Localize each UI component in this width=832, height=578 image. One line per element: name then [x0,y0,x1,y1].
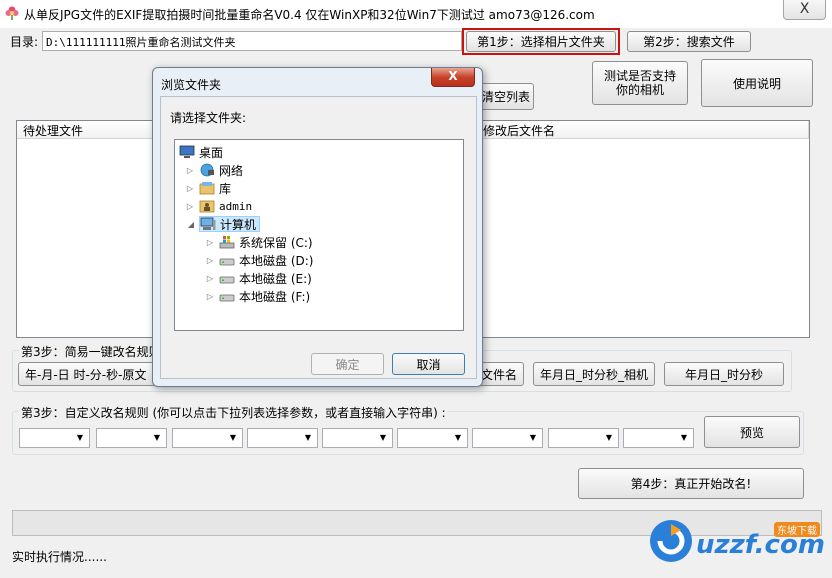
expand-arrow-icon[interactable]: ▷ [185,166,195,175]
tree-item-label: 本地磁盘 (D:) [239,253,314,268]
rule-combo-5[interactable]: ▼ [322,428,393,448]
chevron-down-icon: ▼ [229,433,237,442]
rule-combo-4[interactable]: ▼ [247,428,318,448]
tree-item-desktop[interactable]: 桌面 [179,144,223,160]
dialog-prompt: 请选择文件夹: [170,111,247,125]
tree-item-label: 网络 [219,163,244,178]
chevron-down-icon: ▼ [680,433,688,442]
watermark-sub: 东坡下载 [774,522,820,537]
rule-combo-8[interactable]: ▼ [548,428,619,448]
custom-rename-label: 第3步：自定义改名规则 (你可以点击下拉列表选择参数，或者直接输入字符串) : [19,404,448,421]
dialog-title: 浏览文件夹 [161,78,222,92]
window-title: 从单反JPG文件的EXIF提取拍摄时间批量重命名V0.4 仅在WinXP和32位… [24,8,595,22]
chevron-down-icon: ▼ [454,433,462,442]
step1-select-folder-button[interactable]: 第1步：选择相片文件夹 [466,31,616,52]
dialog-ok-button[interactable]: 确定 [311,353,384,375]
dialog-close-button[interactable]: X [431,68,475,87]
computer-icon [200,217,216,231]
renamed-files-header[interactable]: 修改后文件名 [477,121,809,139]
step4-start-rename-button[interactable]: 第4步：真正开始改名! [578,468,804,499]
tree-item-admin[interactable]: ▷ admin [187,198,253,214]
tree-item-label: 库 [219,181,232,196]
quick-rename-label: 第3步：简易一键改名规则 [19,343,163,360]
rule-combo-9[interactable]: ▼ [623,428,694,448]
rule-combo-7[interactable]: ▼ [472,428,543,448]
title-bar: 从单反JPG文件的EXIF提取拍摄时间批量重命名V0.4 仅在WinXP和32位… [0,0,832,28]
chevron-down-icon: ▼ [605,433,613,442]
drive-icon [219,271,235,285]
collapse-arrow-icon[interactable]: ◢ [186,220,196,229]
expand-arrow-icon[interactable]: ▷ [185,184,195,193]
tree-item-label: admin [219,199,253,213]
rule-combo-1[interactable]: ▼ [19,428,90,448]
help-button[interactable]: 使用说明 [701,59,813,107]
rule-combo-3[interactable]: ▼ [172,428,243,448]
clear-list-button[interactable]: 清空列表 [478,83,534,110]
expand-arrow-icon[interactable]: ▷ [205,256,215,265]
tree-item-drive-d[interactable]: ▷ 本地磁盘 (D:) [207,252,314,268]
dir-label: 目录: [10,35,39,49]
expand-arrow-icon[interactable]: ▷ [205,238,215,247]
window-close-button[interactable]: X [783,0,826,20]
tree-item-drive-e[interactable]: ▷ 本地磁盘 (E:) [207,270,312,286]
tree-item-label: 本地磁盘 (E:) [239,271,312,286]
tree-item-network[interactable]: ▷ 网络 [187,162,244,178]
rule-ymd-hms-button[interactable]: 年月日_时分秒 [664,362,784,386]
folder-tree[interactable]: 桌面 ▷ 网络 ▷ 库 ▷ admin ◢ 计算机 ▷ 系统保留 (C:) ▷ … [174,139,464,331]
tree-item-drive-c[interactable]: ▷ 系统保留 (C:) [207,234,313,250]
system-drive-icon [219,235,235,249]
app-flower-icon [5,6,19,20]
chevron-down-icon: ▼ [153,433,161,442]
chevron-down-icon: ▼ [529,433,537,442]
rule-combo-6[interactable]: ▼ [397,428,468,448]
rule-ymd-hms-camera-button[interactable]: 年月日_时分秒_相机 [533,362,655,386]
browse-folder-dialog: 浏览文件夹 X 请选择文件夹: 桌面 ▷ 网络 ▷ 库 ▷ admin ◢ 计算… [152,67,483,387]
preview-button[interactable]: 预览 [704,416,800,448]
test-camera-button[interactable]: 测试是否支持 你的相机 [592,61,688,105]
step2-search-files-button[interactable]: 第2步：搜索文件 [627,31,751,52]
expand-arrow-icon[interactable]: ▷ [185,202,195,211]
tree-item-label: 桌面 [199,145,224,160]
status-text: 实时执行情况...... [12,550,107,564]
user-folder-icon [199,199,215,213]
tree-item-label: 系统保留 (C:) [239,235,313,250]
chevron-down-icon: ▼ [76,433,84,442]
tree-item-drive-f[interactable]: ▷ 本地磁盘 (F:) [207,288,311,304]
desktop-icon [179,145,195,159]
tree-item-computer[interactable]: ◢ 计算机 [188,216,261,232]
drive-icon [219,253,235,267]
expand-arrow-icon[interactable]: ▷ [205,292,215,301]
tree-item-label: 计算机 [220,217,257,232]
drive-icon [219,289,235,303]
watermark-badge-icon [650,520,692,562]
rule-combo-2[interactable]: ▼ [96,428,167,448]
dialog-cancel-button[interactable]: 取消 [392,353,465,375]
dialog-body: 请选择文件夹: 桌面 ▷ 网络 ▷ 库 ▷ admin ◢ 计算机 ▷ 系统保留… [160,96,477,379]
library-icon [199,181,215,195]
dir-input[interactable]: D:\111111111照片重命名测试文件夹 [42,31,462,51]
tree-item-library[interactable]: ▷ 库 [187,180,232,196]
network-icon [199,163,215,177]
expand-arrow-icon[interactable]: ▷ [205,274,215,283]
chevron-down-icon: ▼ [379,433,387,442]
watermark-logo: uzzf.com 东坡下载 [648,518,828,576]
chevron-down-icon: ▼ [304,433,312,442]
tree-item-label: 本地磁盘 (F:) [239,289,311,304]
